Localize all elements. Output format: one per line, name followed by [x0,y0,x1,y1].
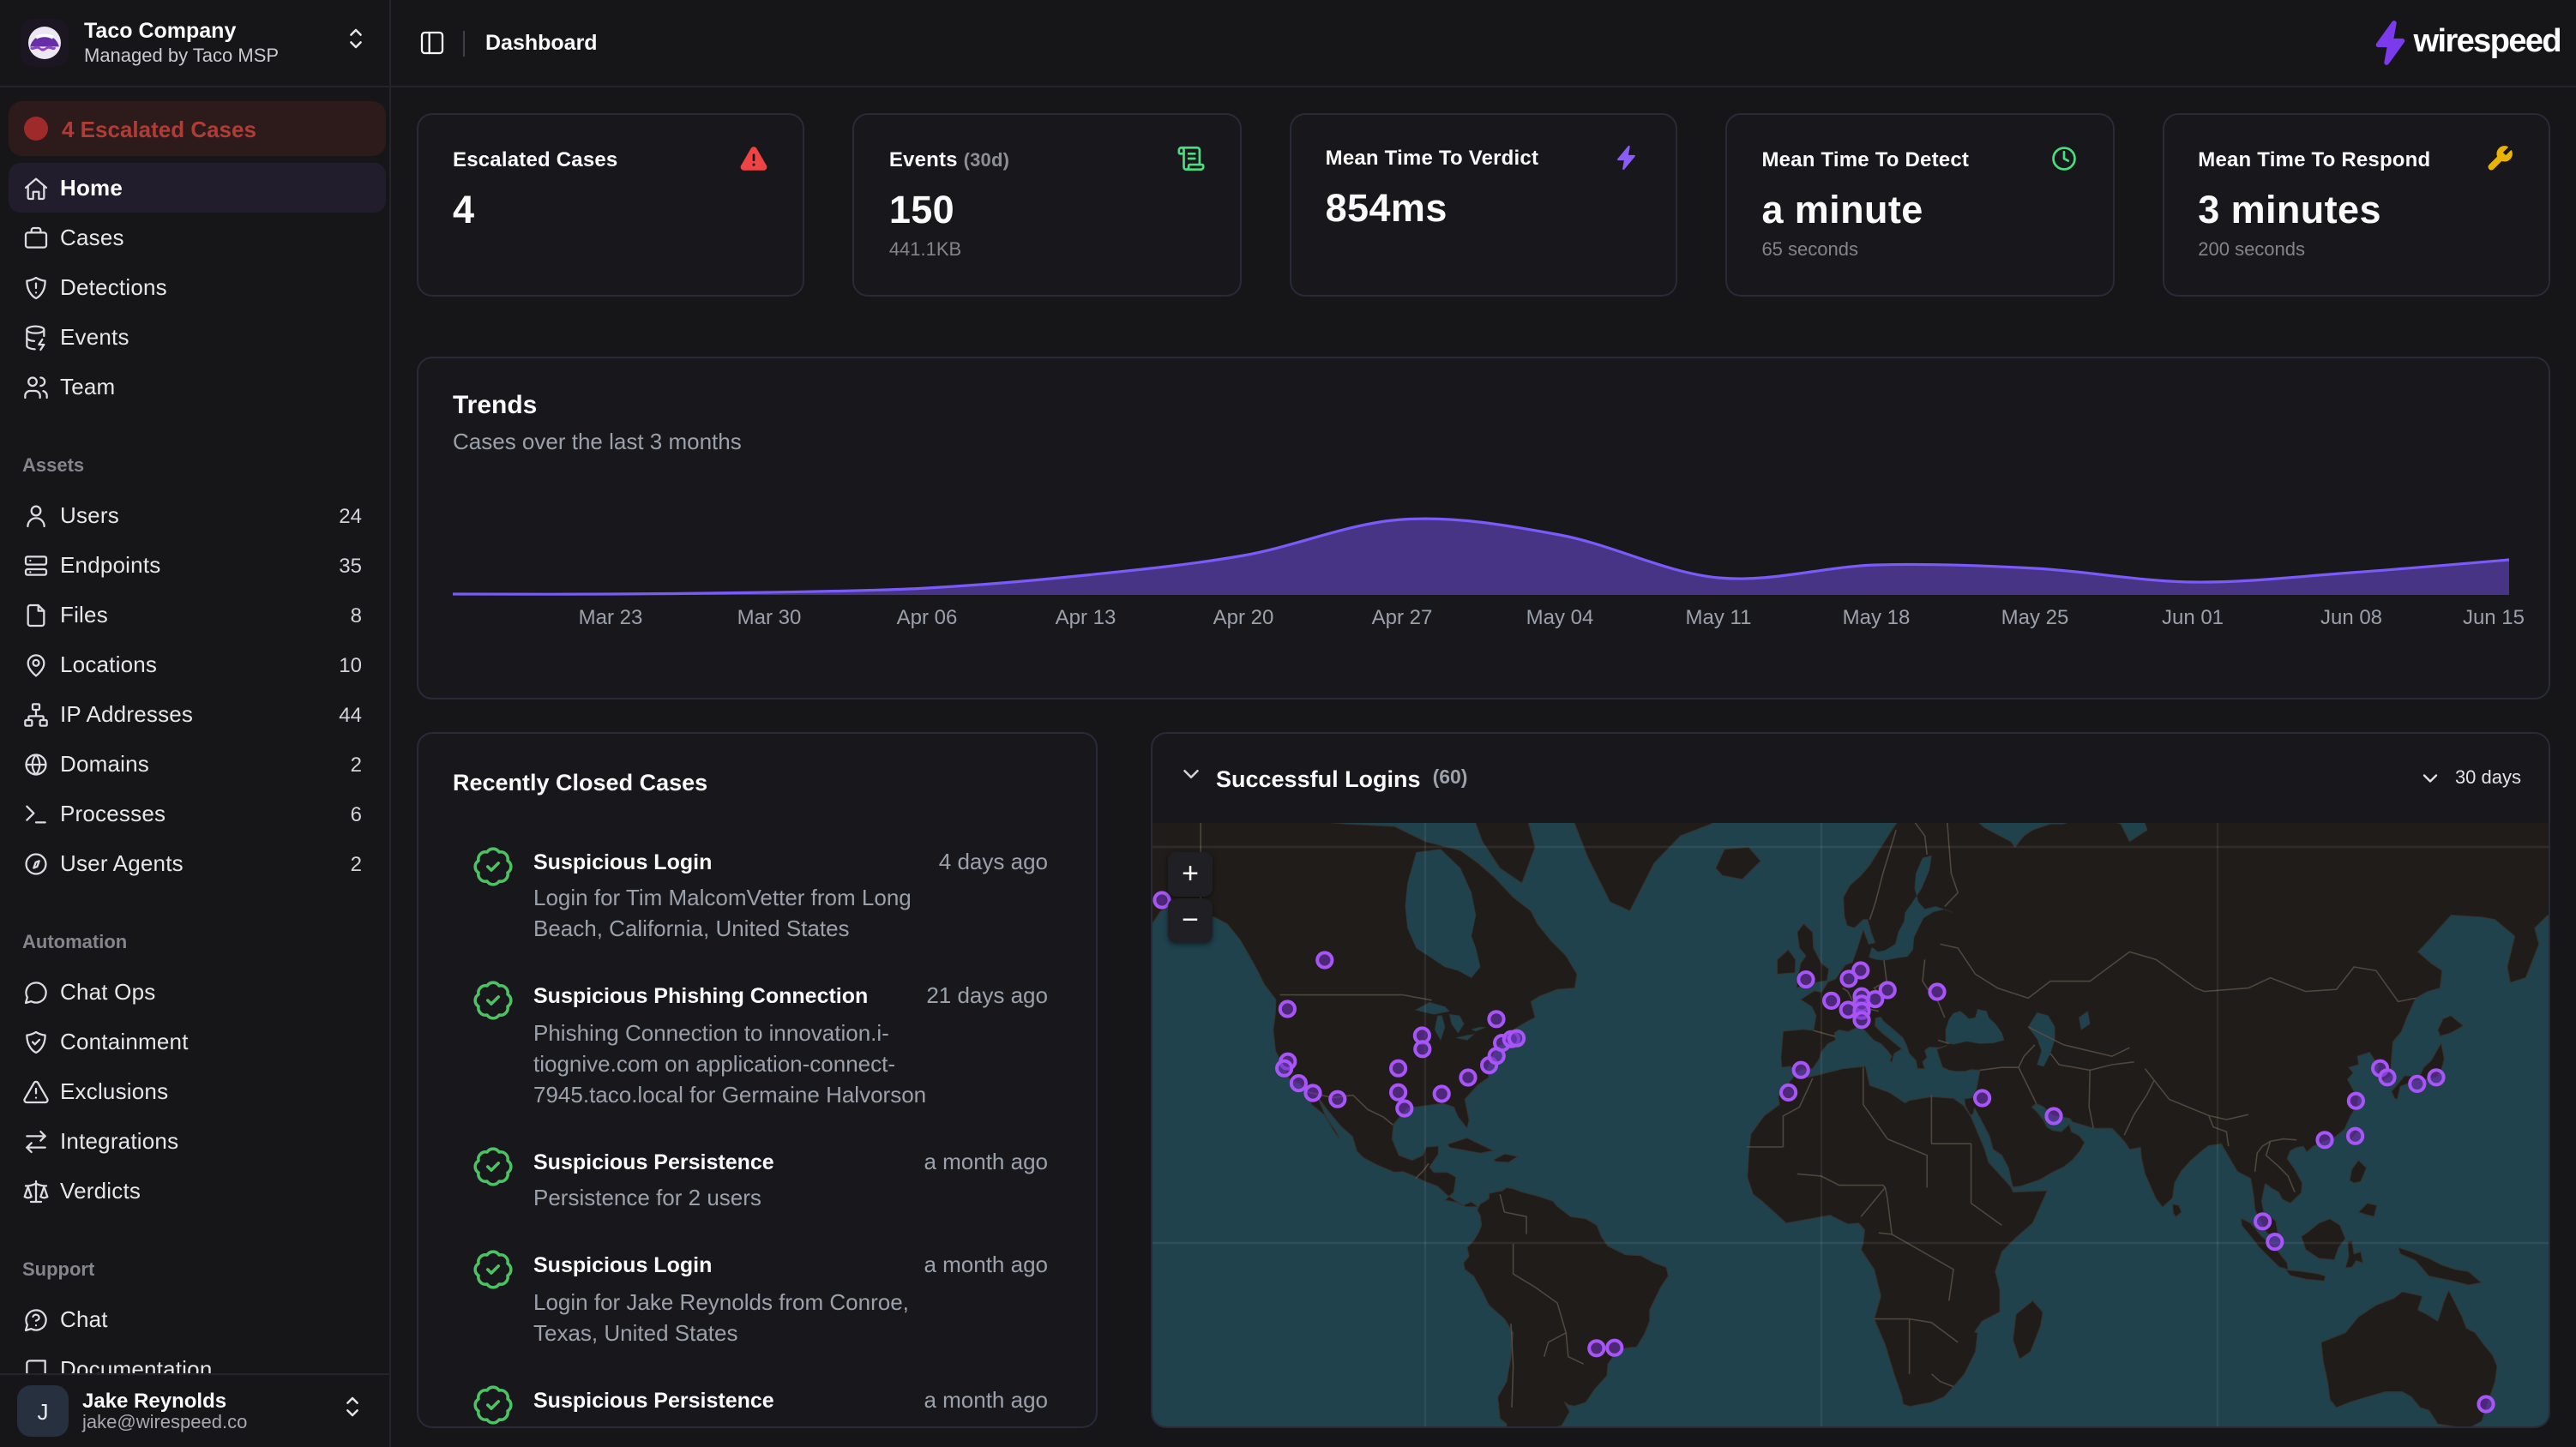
svg-text:Jun 01: Jun 01 [2162,606,2224,629]
svg-text:Apr 06: Apr 06 [897,606,958,629]
svg-text:May 18: May 18 [1843,606,1911,629]
svg-text:Apr 27: Apr 27 [1372,606,1433,629]
svg-text:Mar 23: Mar 23 [579,606,643,629]
svg-text:May 11: May 11 [1686,606,1752,629]
svg-text:Apr 13: Apr 13 [1056,606,1116,629]
svg-text:May 25: May 25 [2001,606,2069,629]
svg-text:Apr 20: Apr 20 [1213,606,1274,629]
svg-text:May 04: May 04 [1526,606,1594,629]
svg-text:Mar 30: Mar 30 [737,606,802,629]
svg-text:Jun 15: Jun 15 [2463,606,2525,629]
svg-text:Jun 08: Jun 08 [2320,606,2382,629]
